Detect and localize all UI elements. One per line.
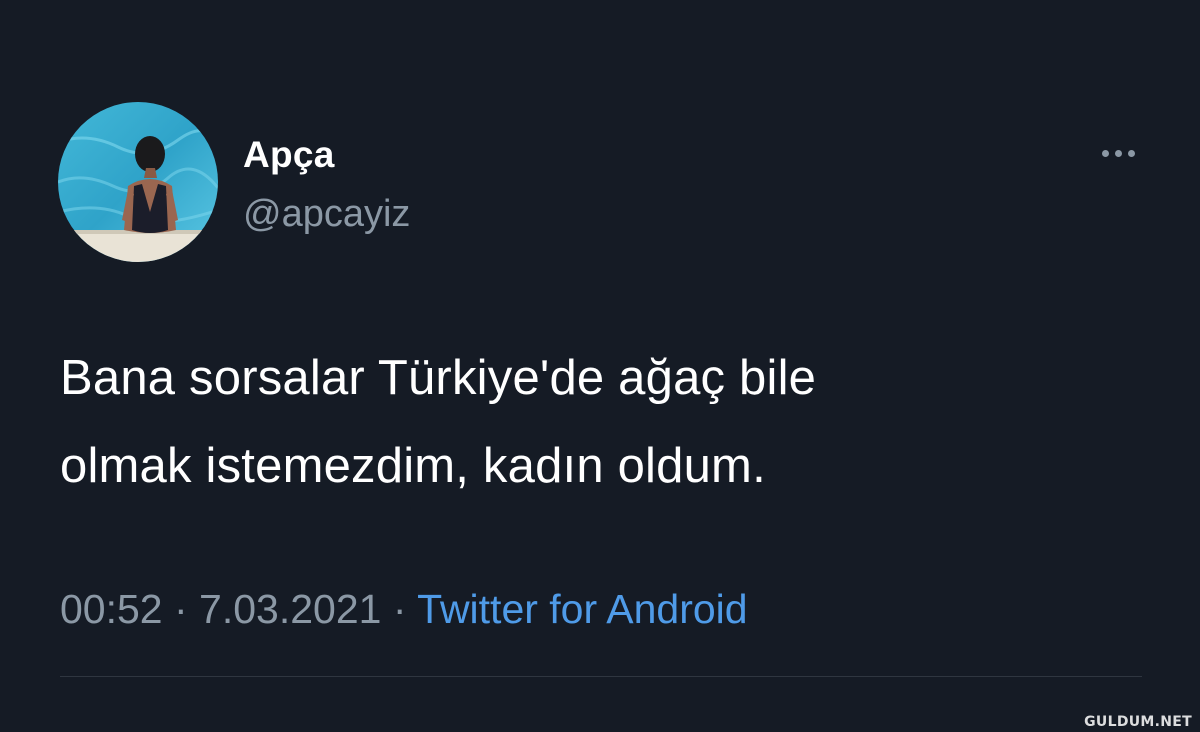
- watermark: GULDUM.NET: [1084, 714, 1192, 730]
- meta-separator: ·: [162, 586, 200, 632]
- author-display-name[interactable]: Apça: [243, 134, 335, 176]
- avatar-photo: [58, 102, 218, 262]
- tweet-text: Bana sorsalar Türkiye'de ağaç bile olmak…: [60, 334, 1120, 510]
- tweet-meta: 00:52 · 7.03.2021 · Twitter for Android: [60, 582, 748, 636]
- tweet-text-line: Bana sorsalar Türkiye'de ağaç bile: [60, 351, 817, 405]
- tweet: Apça @apcayiz Bana sorsalar Türkiye'de a…: [0, 0, 1200, 732]
- tweet-date[interactable]: 7.03.2021: [199, 586, 381, 632]
- more-options-button[interactable]: [1092, 140, 1144, 166]
- tweet-source-link[interactable]: Twitter for Android: [417, 586, 747, 632]
- tweet-text-line: olmak istemezdim, kadın oldum.: [60, 439, 766, 493]
- author-handle[interactable]: @apcayiz: [243, 192, 410, 236]
- meta-separator: ·: [381, 586, 418, 632]
- tweet-time[interactable]: 00:52: [60, 586, 163, 632]
- divider: [60, 676, 1142, 677]
- more-horizontal-icon: [1099, 149, 1138, 157]
- avatar[interactable]: [58, 102, 218, 262]
